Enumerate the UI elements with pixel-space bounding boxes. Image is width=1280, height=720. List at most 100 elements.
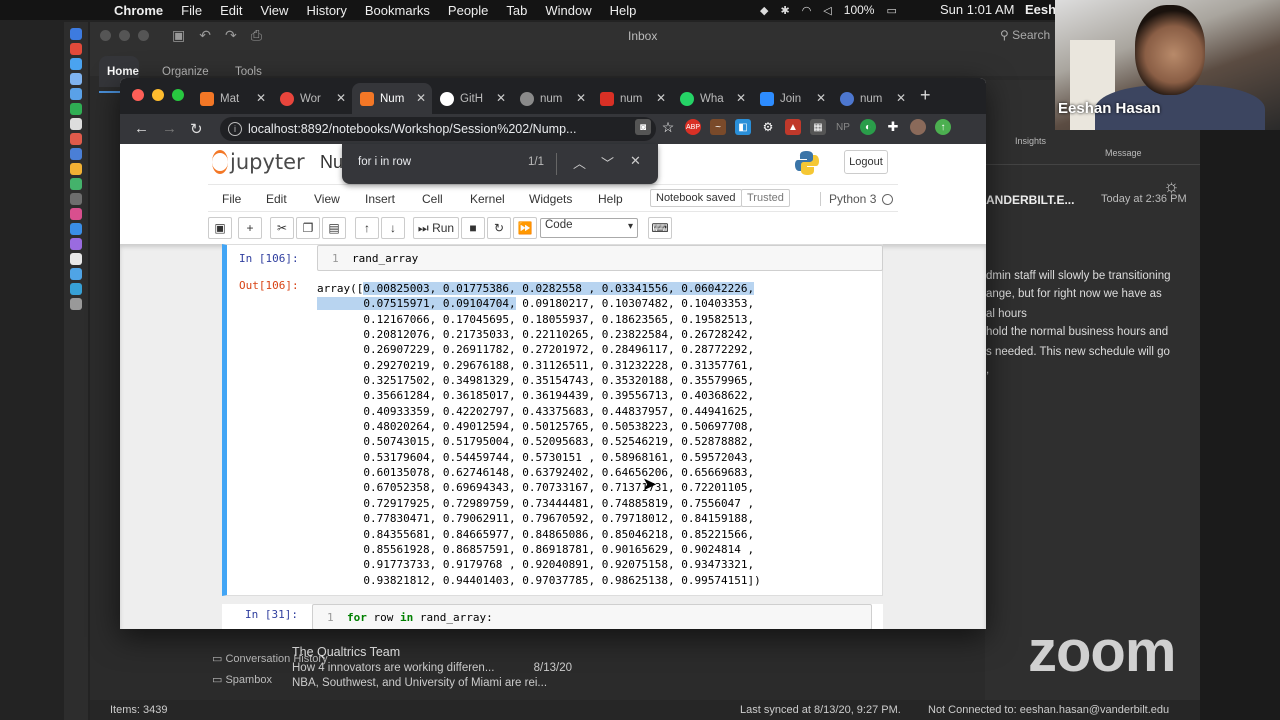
dock-app-icon[interactable] — [70, 133, 82, 145]
jmenu-cell[interactable]: Cell — [422, 192, 443, 206]
move-down-icon[interactable]: ↓ — [381, 217, 405, 239]
cell-input[interactable]: 1 rand_array — [317, 245, 883, 271]
message-list-item[interactable]: The Qualtrics Team How 4 innovators are … — [292, 645, 572, 692]
jmenu-kernel[interactable]: Kernel — [470, 192, 505, 206]
code-cell[interactable]: In [31]: 1 for row in rand_array: — [222, 604, 883, 629]
menu-people[interactable]: People — [448, 3, 488, 18]
jmenu-file[interactable]: File — [222, 192, 241, 206]
find-input[interactable]: for i in row — [358, 156, 411, 168]
minimize-window-icon[interactable] — [152, 89, 164, 101]
browser-tab[interactable]: num ✕ — [512, 83, 592, 114]
address-bar[interactable]: i localhost:8892/notebooks/Workshop/Sess… — [220, 117, 656, 141]
restart-icon[interactable]: ↻ — [487, 217, 511, 239]
save-icon[interactable]: ▣ — [172, 27, 185, 44]
undo-icon[interactable]: ↶ — [199, 27, 211, 44]
menu-clock[interactable]: Sun 1:01 AM — [940, 2, 1014, 17]
close-tab-icon[interactable]: ✕ — [896, 91, 906, 105]
back-icon[interactable]: ← — [134, 120, 149, 137]
info-icon[interactable]: i — [228, 122, 242, 136]
dock-app-icon[interactable] — [70, 148, 82, 160]
trusted-button[interactable]: Trusted — [741, 189, 790, 207]
abp-icon[interactable]: ABP — [685, 119, 701, 135]
reload-icon[interactable]: ↻ — [190, 120, 203, 138]
dock-app-icon[interactable] — [70, 268, 82, 280]
find-close-icon[interactable]: ✕ — [630, 153, 641, 169]
browser-tab[interactable]: Wha ✕ — [672, 83, 752, 114]
close-tab-icon[interactable]: ✕ — [256, 91, 266, 105]
close-tab-icon[interactable]: ✕ — [816, 91, 826, 105]
cut-icon[interactable]: ✂ — [270, 217, 294, 239]
run-button[interactable]: ⏭ Run — [413, 217, 459, 239]
menu-app-name[interactable]: Chrome — [114, 3, 163, 18]
dock-app-icon[interactable] — [70, 163, 82, 175]
profile-avatar[interactable] — [910, 119, 926, 135]
menu-view[interactable]: View — [260, 3, 288, 18]
browser-tab[interactable]: Mat ✕ — [192, 83, 272, 114]
find-prev-icon[interactable]: ︿ — [573, 153, 586, 172]
minimize-icon[interactable] — [119, 30, 130, 41]
jmenu-insert[interactable]: Insert — [365, 192, 395, 206]
print-icon[interactable]: ⎙ — [251, 27, 262, 44]
dock-app-icon[interactable] — [70, 118, 82, 130]
update-icon[interactable]: ↑ — [935, 119, 951, 135]
notebook-name[interactable]: Nu — [320, 152, 343, 173]
jmenu-widgets[interactable]: Widgets — [529, 192, 572, 206]
dock-app-icon[interactable] — [70, 193, 82, 205]
volume-icon[interactable]: ◁ — [823, 4, 831, 17]
redo-icon[interactable]: ↷ — [225, 27, 237, 44]
browser-tab[interactable]: Join ✕ — [752, 83, 832, 114]
dock-app-icon[interactable] — [70, 28, 82, 40]
dock-app-icon[interactable] — [70, 208, 82, 220]
message-button[interactable]: Message — [1105, 148, 1142, 158]
paste-icon[interactable]: ▤ — [322, 217, 346, 239]
keyboard-icon[interactable]: ⌨ — [648, 217, 672, 239]
star-icon[interactable]: ☆ — [660, 119, 676, 135]
browser-tab[interactable]: num ✕ — [832, 83, 912, 114]
browser-tab-active[interactable]: Num ✕ — [352, 83, 432, 114]
dock-app-icon[interactable] — [70, 253, 82, 265]
jmenu-help[interactable]: Help — [598, 192, 623, 206]
extension-icon[interactable]: ▲ — [785, 119, 801, 135]
browser-tab[interactable]: GitH ✕ — [432, 83, 512, 114]
jmenu-view[interactable]: View — [314, 192, 340, 206]
dock-app-icon[interactable] — [70, 43, 82, 55]
maximize-window-icon[interactable] — [172, 89, 184, 101]
extension-icon[interactable]: ~ — [710, 119, 726, 135]
camera-icon[interactable]: ◙ — [635, 119, 651, 135]
menu-window[interactable]: Window — [545, 3, 591, 18]
find-next-icon[interactable]: ﹀ — [601, 153, 614, 172]
jupyter-logo[interactable]: jupyter — [212, 150, 305, 174]
dock-app-icon[interactable] — [70, 58, 82, 70]
menu-bookmarks[interactable]: Bookmarks — [365, 3, 430, 18]
maximize-icon[interactable] — [138, 30, 149, 41]
menu-user[interactable]: Eesh — [1025, 2, 1056, 17]
menu-tab[interactable]: Tab — [506, 3, 527, 18]
dock-app-icon[interactable] — [70, 88, 82, 100]
menu-file[interactable]: File — [181, 3, 202, 18]
dock-app-icon[interactable] — [70, 298, 82, 310]
move-up-icon[interactable]: ↑ — [355, 217, 379, 239]
browser-tab[interactable]: num ✕ — [592, 83, 672, 114]
fast-forward-icon[interactable]: ⏩ — [513, 217, 537, 239]
browser-tab[interactable]: Wor ✕ — [272, 83, 352, 114]
gear-icon[interactable]: ⚙ — [760, 119, 776, 135]
dock-app-icon[interactable] — [70, 103, 82, 115]
close-tab-icon[interactable]: ✕ — [336, 91, 346, 105]
dock-app-icon[interactable] — [70, 238, 82, 250]
close-tab-icon[interactable]: ✕ — [416, 91, 426, 105]
insert-cell-icon[interactable]: + — [238, 217, 262, 239]
puzzle-icon[interactable]: ✚ — [885, 119, 901, 135]
insights-button[interactable]: Insights — [1015, 136, 1046, 146]
code-cell-selected[interactable]: In [106]: 1 rand_array Out[106]: array([… — [222, 244, 883, 596]
extension-icon[interactable]: ◧ — [735, 119, 751, 135]
extension-icon[interactable]: ◐ — [860, 119, 876, 135]
jmenu-edit[interactable]: Edit — [266, 192, 287, 206]
extension-icon[interactable]: ▦ — [810, 119, 826, 135]
menu-history[interactable]: History — [306, 3, 346, 18]
save-icon[interactable]: ▣ — [208, 217, 232, 239]
dock-app-icon[interactable] — [70, 223, 82, 235]
menu-help[interactable]: Help — [610, 3, 637, 18]
logout-button[interactable]: Logout — [844, 150, 888, 174]
forward-icon[interactable]: → — [162, 120, 177, 137]
cell-input[interactable]: 1 for row in rand_array: — [312, 604, 872, 629]
